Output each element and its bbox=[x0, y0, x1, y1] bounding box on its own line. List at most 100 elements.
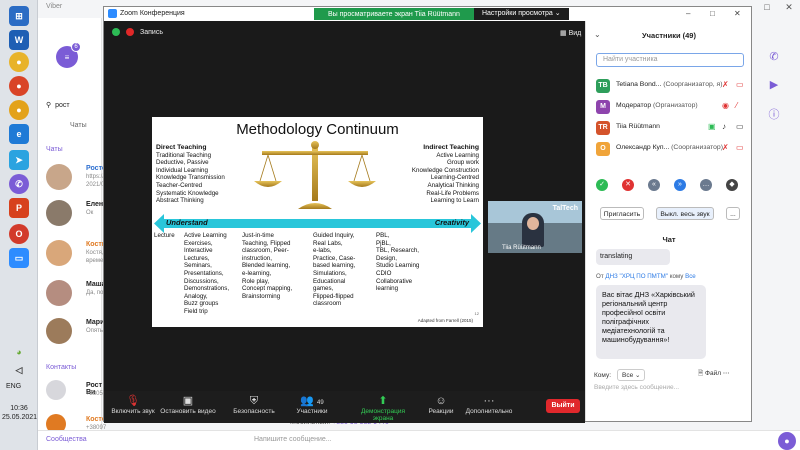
chat-sender-line: От ДНЗ "ХРЦ ПО ПМТМ" кому Все bbox=[596, 273, 696, 280]
direct-head: Direct Teaching bbox=[156, 144, 207, 151]
participants-label: Участники bbox=[296, 408, 328, 415]
indirect-item: Learning-Centred bbox=[430, 174, 479, 182]
close-icon[interactable]: ✕ bbox=[734, 9, 741, 18]
nonverbal-feedback: ✓ ✕ « » … ◆ bbox=[596, 179, 738, 191]
yes-icon[interactable]: ✓ bbox=[596, 179, 608, 191]
section-contacts: Контакты bbox=[46, 364, 77, 371]
mic-off-icon[interactable]: ✗ bbox=[722, 80, 729, 89]
telegram-icon[interactable]: ➤ bbox=[9, 150, 29, 170]
camera-icon[interactable]: ▭ bbox=[736, 122, 744, 131]
zoom-title: Zoom Конференция bbox=[108, 9, 185, 18]
participant-row[interactable]: O Олександр Куп... (Соорганизатор) ✗ ▭ bbox=[594, 140, 748, 158]
edge-icon[interactable]: e bbox=[9, 124, 29, 144]
viber-icon[interactable]: ✆ bbox=[9, 174, 29, 194]
powerpoint-icon[interactable]: P bbox=[9, 198, 29, 218]
search-icon: ⚲ bbox=[46, 102, 52, 109]
video-off-icon[interactable]: ⁄ bbox=[736, 101, 737, 110]
camera-icon: ▣ bbox=[182, 395, 194, 407]
start-icon[interactable]: ⊞ bbox=[9, 6, 29, 26]
participant-row[interactable]: M Модератор (Организатор) ◉ ⁄ bbox=[594, 98, 748, 116]
invite-button[interactable]: Пригласить bbox=[600, 207, 644, 220]
more-icon[interactable]: … bbox=[700, 179, 712, 191]
chrome-profile-icon[interactable]: ● bbox=[9, 76, 29, 96]
zoom-icon[interactable]: ▭ bbox=[9, 248, 29, 268]
viber-search[interactable]: ⚲ рост bbox=[46, 98, 106, 112]
word-icon[interactable]: W bbox=[9, 30, 29, 50]
no-icon[interactable]: ✕ bbox=[622, 179, 634, 191]
contact-item[interactable]: Рост Ви +38057 bbox=[46, 378, 110, 406]
tab-chats[interactable]: Чаты bbox=[70, 122, 87, 129]
reactions-button[interactable]: ☺ Реакции bbox=[426, 394, 456, 415]
more-options-button[interactable]: ... bbox=[726, 207, 740, 220]
maximize-icon[interactable]: □ bbox=[710, 9, 715, 18]
participants-icon: 👥 49 bbox=[300, 395, 324, 407]
more-button[interactable]: ··· Дополнительно bbox=[464, 394, 514, 415]
participants-button[interactable]: 👥 49 Участники bbox=[292, 394, 332, 415]
video-off-icon[interactable]: ▭ bbox=[736, 80, 744, 89]
direct-teaching-list: Direct Teaching Traditional Teaching Ded… bbox=[156, 144, 225, 205]
file-button[interactable]: 🗎 Файл ⋯ bbox=[698, 369, 729, 380]
direct-item: Knowledge Transmission bbox=[156, 174, 225, 182]
arrow-label-left: Understand bbox=[166, 218, 208, 227]
recording-label[interactable]: Запись bbox=[140, 29, 163, 36]
method-column-1: Lecture bbox=[154, 232, 175, 239]
share-screen-icon: ▣ bbox=[708, 122, 716, 131]
communities-link[interactable]: Сообщества bbox=[46, 436, 87, 443]
recipient-select[interactable]: Все ⌄ bbox=[617, 369, 646, 381]
maximize-icon[interactable]: □ bbox=[756, 0, 778, 14]
indirect-item: Analytical Thinking bbox=[427, 181, 479, 189]
search-input[interactable]: рост bbox=[55, 102, 70, 109]
participant-search-input[interactable]: Найти участника bbox=[596, 53, 744, 67]
share-screen-button[interactable]: ⬆ Демонстрация экрана bbox=[350, 394, 416, 422]
method-column-3: Just-in-time Teaching, Flipped classroom… bbox=[242, 232, 293, 300]
record-icon[interactable]: ◉ bbox=[722, 101, 729, 110]
chat-message: translating bbox=[596, 249, 670, 265]
info-icon[interactable]: ⓘ bbox=[766, 106, 782, 122]
minimize-icon[interactable]: – bbox=[686, 9, 690, 18]
chat-input[interactable]: Введите здесь сообщение... bbox=[594, 384, 679, 391]
opera-icon[interactable]: O bbox=[9, 224, 29, 244]
unmute-button[interactable]: 🎙 Включить звук bbox=[108, 394, 158, 415]
recipient-select-value: Все bbox=[622, 372, 634, 379]
mic-off-icon[interactable]: ✗ bbox=[722, 143, 729, 152]
clear-icon[interactable]: ◆ bbox=[726, 179, 738, 191]
view-button[interactable]: ▦ Вид bbox=[560, 29, 581, 37]
slower-icon[interactable]: « bbox=[648, 179, 660, 191]
browser-icon[interactable]: ● bbox=[9, 100, 29, 120]
more-label: Дополнительно bbox=[465, 408, 513, 415]
chat-item[interactable]: Маша Д Да, под bbox=[46, 276, 112, 312]
close-icon[interactable]: ✕ bbox=[778, 0, 800, 14]
clock[interactable]: 10:36 25.05.2021 bbox=[2, 404, 37, 422]
mic-icon[interactable]: ♪ bbox=[722, 122, 726, 131]
participant-name-text: Модератор bbox=[616, 102, 652, 109]
video-off-icon[interactable]: ▭ bbox=[736, 143, 744, 152]
leave-button[interactable]: Выйти bbox=[546, 399, 580, 413]
video-call-icon[interactable]: ▶ bbox=[766, 78, 782, 94]
direct-item: Traditional Teaching bbox=[156, 151, 212, 159]
chat-item[interactable]: Мария Опять В bbox=[46, 314, 110, 350]
view-options-button[interactable]: Настройки просмотра ⌄ bbox=[473, 8, 569, 20]
faster-icon[interactable]: » bbox=[674, 179, 686, 191]
chat-item[interactable]: Костю Костя, времен bbox=[46, 236, 110, 272]
viber-message-input[interactable]: Напишите сообщение... bbox=[254, 436, 332, 443]
share-banner: Вы просматриваете экран Tiia Rüütmann На… bbox=[314, 8, 569, 20]
stop-video-button[interactable]: ▣ Остановить видео bbox=[160, 394, 216, 415]
chrome-icon[interactable]: ● bbox=[9, 52, 29, 72]
participants-panel: ⌄ Участники (49) Найти участника TB Teti… bbox=[585, 21, 751, 421]
slide-number: 12 bbox=[474, 311, 479, 316]
mute-all-button[interactable]: Выкл. весь звук bbox=[656, 207, 714, 220]
chat-preview: https:// bbox=[86, 174, 105, 180]
volume-icon[interactable]: ◁ bbox=[9, 360, 29, 380]
speaker-thumbnail[interactable]: TalTech Tiia Rüütmann bbox=[488, 201, 582, 253]
avatar bbox=[46, 240, 72, 266]
participant-row[interactable]: TR Tiia Rüütmann ▣ ♪ ▭ bbox=[594, 119, 748, 137]
security-button[interactable]: ⛨ Безопасность bbox=[232, 394, 276, 415]
language-indicator[interactable]: ENG bbox=[6, 383, 21, 390]
call-icon[interactable]: ✆ bbox=[766, 50, 782, 66]
participant-row[interactable]: TB Tetiana Bond... (Соорганизатор, я) ✗ … bbox=[594, 77, 748, 95]
chat-item[interactable]: Елена В Ок bbox=[46, 196, 114, 232]
network-icon[interactable]: ◕ bbox=[9, 342, 29, 362]
chat-item[interactable]: Росток https:// 2021/05 bbox=[46, 160, 110, 196]
shield-icon[interactable] bbox=[112, 28, 120, 36]
mic-icon[interactable]: ● bbox=[778, 432, 796, 450]
